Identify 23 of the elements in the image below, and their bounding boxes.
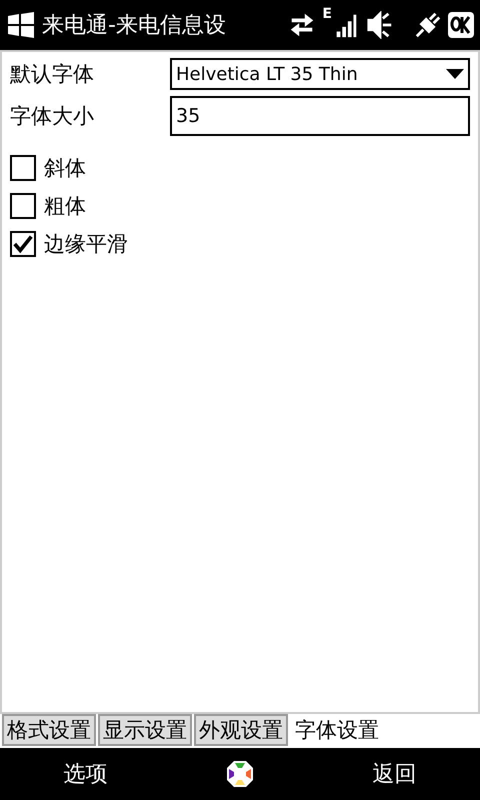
tab[interactable]: 外观设置 [194, 714, 288, 746]
back-softkey[interactable]: 返回 [362, 755, 426, 793]
checkbox-label: 斜体 [44, 155, 86, 182]
checkbox-label: 边缘平滑 [44, 231, 128, 258]
checkbox[interactable] [10, 155, 36, 181]
font-dropdown[interactable]: Helvetica LT 35 Thin [170, 58, 470, 90]
ok-button[interactable] [448, 12, 474, 38]
options-softkey[interactable]: 选项 [54, 755, 118, 793]
dropdown-arrow-icon [446, 69, 464, 79]
network-type: E [322, 6, 332, 22]
speaker-muted-icon [366, 11, 394, 39]
windows-logo-icon[interactable] [6, 10, 36, 40]
field-label: 字体大小 [10, 103, 95, 130]
size-input-field[interactable]: 35 [170, 96, 470, 136]
plug-icon [414, 11, 442, 39]
checkbox-label: 粗体 [44, 193, 86, 220]
field-label: 默认字体 [10, 61, 95, 88]
tab[interactable]: 格式设置 [2, 714, 96, 746]
checkbox[interactable] [10, 193, 36, 219]
checkbox[interactable] [10, 231, 36, 257]
start-gem-icon[interactable] [224, 759, 255, 789]
window-title: 来电通-来电信息设 [42, 12, 227, 40]
tab[interactable]: 显示设置 [98, 714, 192, 746]
